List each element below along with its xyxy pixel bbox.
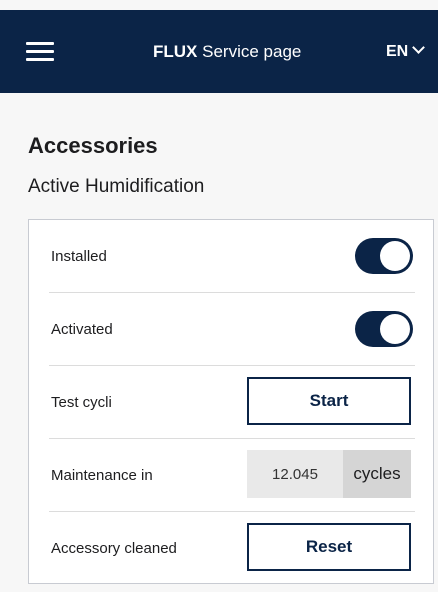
installed-toggle[interactable] [355, 238, 413, 274]
hamburger-menu-icon[interactable] [26, 42, 54, 61]
accessory-cleaned-row: Accessory cleaned Reset [49, 512, 415, 585]
page-title: Accessories [28, 133, 158, 158]
accessory-cleaned-label: Accessory cleaned [51, 540, 177, 557]
activated-label: Activated [51, 321, 113, 338]
maintenance-counter: 12.045 cycles [247, 450, 411, 498]
maintenance-row: Maintenance in 12.045 cycles [49, 439, 415, 512]
top-app-bar: FLUX Service page EN [0, 10, 438, 93]
test-cycli-row: Test cycli Start [49, 366, 415, 439]
section-title: Active Humidification [28, 176, 205, 197]
toggle-knob [380, 314, 410, 344]
language-code: EN [386, 43, 409, 60]
activated-row: Activated [49, 293, 415, 366]
page-header-title: FLUX Service page [153, 42, 301, 62]
chevron-down-icon [412, 41, 426, 54]
maintenance-unit: cycles [343, 450, 411, 498]
installed-label: Installed [51, 248, 107, 265]
header-title-text: Service page [202, 42, 302, 61]
language-selector[interactable]: EN [386, 41, 426, 62]
start-button[interactable]: Start [247, 377, 411, 425]
activated-toggle[interactable] [355, 311, 413, 347]
installed-row: Installed [49, 220, 415, 293]
toggle-knob [380, 241, 410, 271]
test-cycli-label: Test cycli [51, 394, 112, 411]
settings-card: Installed Activated Test cycli Start Mai… [28, 219, 434, 584]
maintenance-value: 12.045 [247, 450, 343, 498]
maintenance-label: Maintenance in [51, 467, 153, 484]
brand-name: FLUX [153, 42, 198, 61]
reset-button[interactable]: Reset [247, 523, 411, 571]
